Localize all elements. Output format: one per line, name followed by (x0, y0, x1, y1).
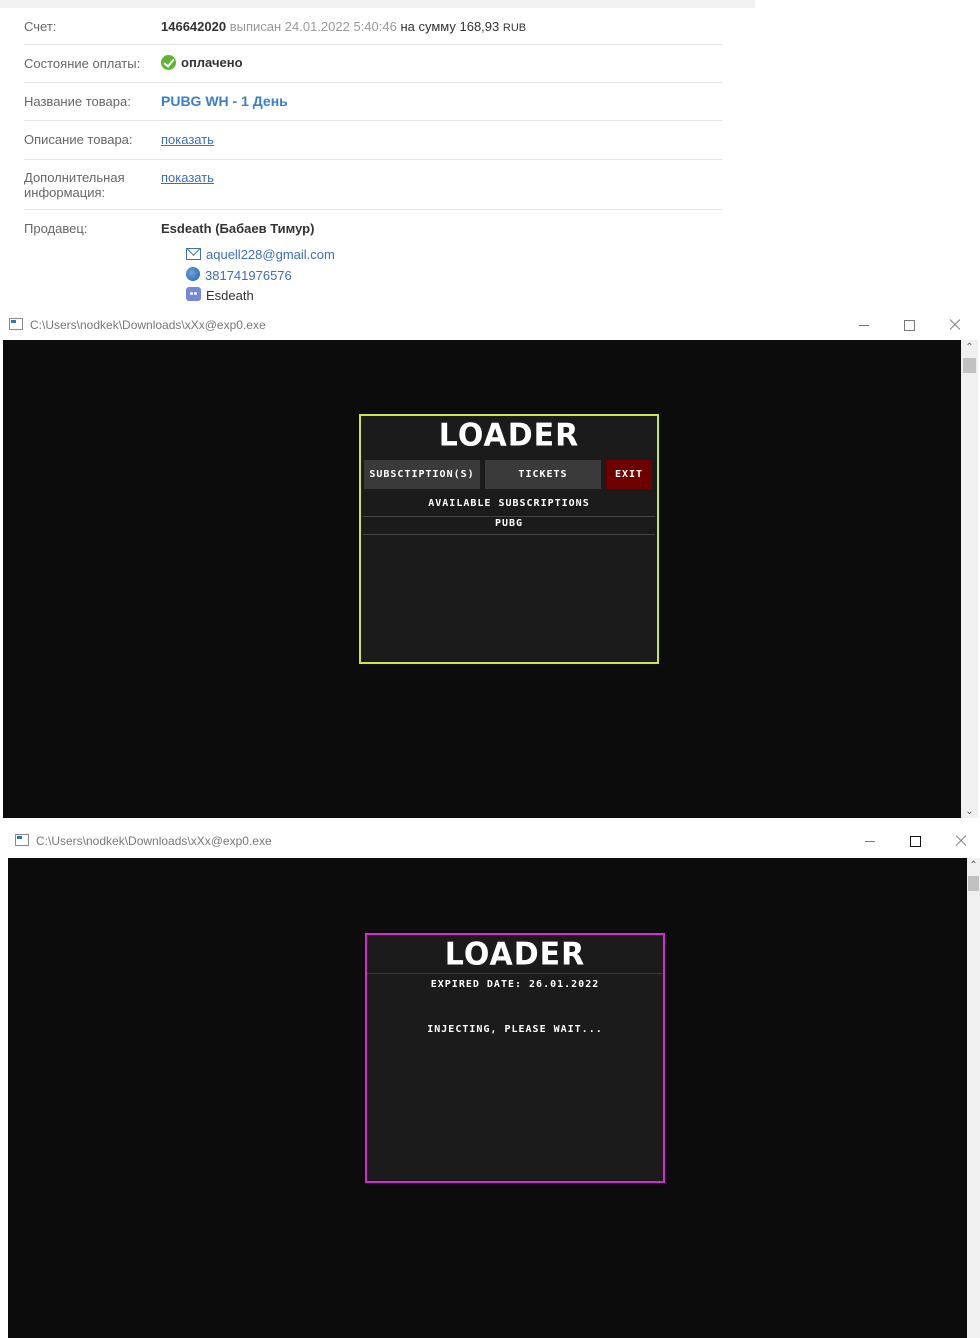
seller-wmid-link[interactable]: 381741976576 (205, 268, 292, 283)
divider (363, 534, 655, 535)
extra-info-label-line2: информация: (24, 185, 106, 200)
vertical-scrollbar-1[interactable]: ⌃ ⌄ (961, 340, 978, 818)
console-window-1: C:\Users\nodkek\Downloads\xXx@exp0.exe L… (0, 310, 980, 820)
maximize-button[interactable] (894, 316, 924, 334)
vertical-scrollbar-2[interactable]: ⌃ (967, 858, 980, 1338)
seller-label: Продавец: (24, 221, 88, 236)
envelope-icon (186, 248, 201, 260)
product-name[interactable]: PUBG WH - 1 День (161, 93, 288, 109)
screenshot-root: Счет: 146642020 выписан 24.01.2022 5:40:… (0, 0, 980, 1338)
seller-name: Esdeath (161, 221, 212, 236)
invoice-label: Счет: (24, 19, 57, 34)
loader-title: LOADER (444, 936, 586, 973)
close-button[interactable] (940, 316, 970, 334)
subscription-item-pubg[interactable]: PUBG (361, 518, 657, 529)
invoice-issued: выписан 24.01.2022 5:40:46 (229, 19, 397, 34)
invoice-row-product-desc: Описание товара: показать (24, 121, 722, 160)
product-desc-label: Описание товара: (24, 132, 133, 147)
check-circle-icon (161, 55, 176, 70)
subscriptions-button[interactable]: SUBSCTIPTION(S) (364, 460, 480, 489)
product-desc-show-link[interactable]: показать (161, 132, 214, 148)
invoice-amount-prefix: на сумму (400, 19, 456, 34)
seller-fullname: (Бабаев Тимур) (215, 221, 315, 236)
seller-value: Esdeath (Бабаев Тимур) (161, 221, 314, 237)
extra-info-label-line1: Дополнительная (24, 170, 125, 185)
seller-wmid-row: 381741976576 (186, 267, 292, 284)
scroll-down-arrow-icon[interactable]: ⌄ (964, 806, 975, 817)
scroll-thumb[interactable] (968, 876, 979, 891)
seller-email-link[interactable]: aquell228@gmail.com (206, 247, 335, 262)
tickets-button[interactable]: TICKETS (485, 460, 601, 489)
loader-panel-2: LOADER EXPIRED DATE: 26.01.2022 INJECTIN… (365, 933, 665, 1183)
console-window-2: C:\Users\nodkek\Downloads\xXx@exp0.exe L… (0, 826, 980, 1338)
injecting-status: INJECTING, PLEASE WAIT... (427, 1024, 603, 1035)
invoice-top-bar (0, 0, 755, 8)
available-subscriptions-header: AVAILABLE SUBSCRIPTIONS (428, 498, 590, 509)
scroll-up-arrow-icon[interactable]: ⌃ (964, 342, 975, 353)
console-app-icon (15, 834, 29, 846)
invoice-value: 146642020 выписан 24.01.2022 5:40:46 на … (161, 19, 526, 36)
product-name-label: Название товара: (24, 94, 131, 109)
payment-state-label: Состояние оплаты: (24, 56, 141, 71)
scroll-thumb[interactable] (963, 358, 976, 373)
discord-icon (186, 287, 201, 301)
divider (363, 516, 655, 517)
window-1-titlebar[interactable]: C:\Users\nodkek\Downloads\xXx@exp0.exe (0, 310, 980, 340)
invoice-row-payment-state: Состояние оплаты: оплачено (24, 45, 722, 83)
console-app-icon (9, 318, 23, 330)
seller-discord: Esdeath (206, 288, 254, 303)
window-2-title: C:\Users\nodkek\Downloads\xXx@exp0.exe (36, 834, 272, 848)
invoice-panel: Счет: 146642020 выписан 24.01.2022 5:40:… (0, 0, 980, 310)
loader-title: LOADER (438, 417, 580, 454)
invoice-number: 146642020 (161, 19, 227, 34)
console-area-2: LOADER EXPIRED DATE: 26.01.2022 INJECTIN… (8, 858, 967, 1338)
close-button[interactable] (946, 832, 976, 850)
webmoney-globe-icon (186, 267, 200, 281)
seller-discord-row: Esdeath (186, 287, 254, 304)
minimize-button[interactable] (855, 832, 885, 850)
window-2-titlebar[interactable]: C:\Users\nodkek\Downloads\xXx@exp0.exe (0, 826, 980, 856)
invoice-amount: 168,93 (459, 19, 500, 34)
invoice-row-product-name: Название товара: PUBG WH - 1 День (24, 83, 722, 121)
seller-email-row: aquell228@gmail.com (186, 247, 335, 263)
extra-info-show-link[interactable]: показать (161, 170, 214, 186)
minimize-button[interactable] (849, 316, 879, 334)
maximize-button[interactable] (900, 832, 930, 850)
invoice-row-number: Счет: 146642020 выписан 24.01.2022 5:40:… (24, 10, 722, 45)
extra-info-label: Дополнительная информация: (24, 170, 154, 200)
expired-date: EXPIRED DATE: 26.01.2022 (430, 979, 600, 990)
divider (367, 973, 663, 974)
invoice-row-extra-info: Дополнительная информация: показать (24, 160, 722, 210)
exit-button[interactable]: EXIT (606, 460, 652, 489)
loader-panel-1: LOADER SUBSCTIPTION(S) TICKETS EXIT AVAI… (359, 414, 659, 664)
scroll-up-arrow-icon[interactable]: ⌃ (968, 860, 979, 871)
payment-state: оплачено (181, 55, 243, 70)
invoice-currency: RUB (502, 22, 527, 34)
invoice-row-seller: Продавец: Esdeath (Бабаев Тимур) (24, 210, 722, 310)
payment-state-value: оплачено (161, 55, 243, 71)
window-1-title: C:\Users\nodkek\Downloads\xXx@exp0.exe (30, 318, 266, 332)
console-area-1: LOADER SUBSCTIPTION(S) TICKETS EXIT AVAI… (3, 340, 961, 818)
